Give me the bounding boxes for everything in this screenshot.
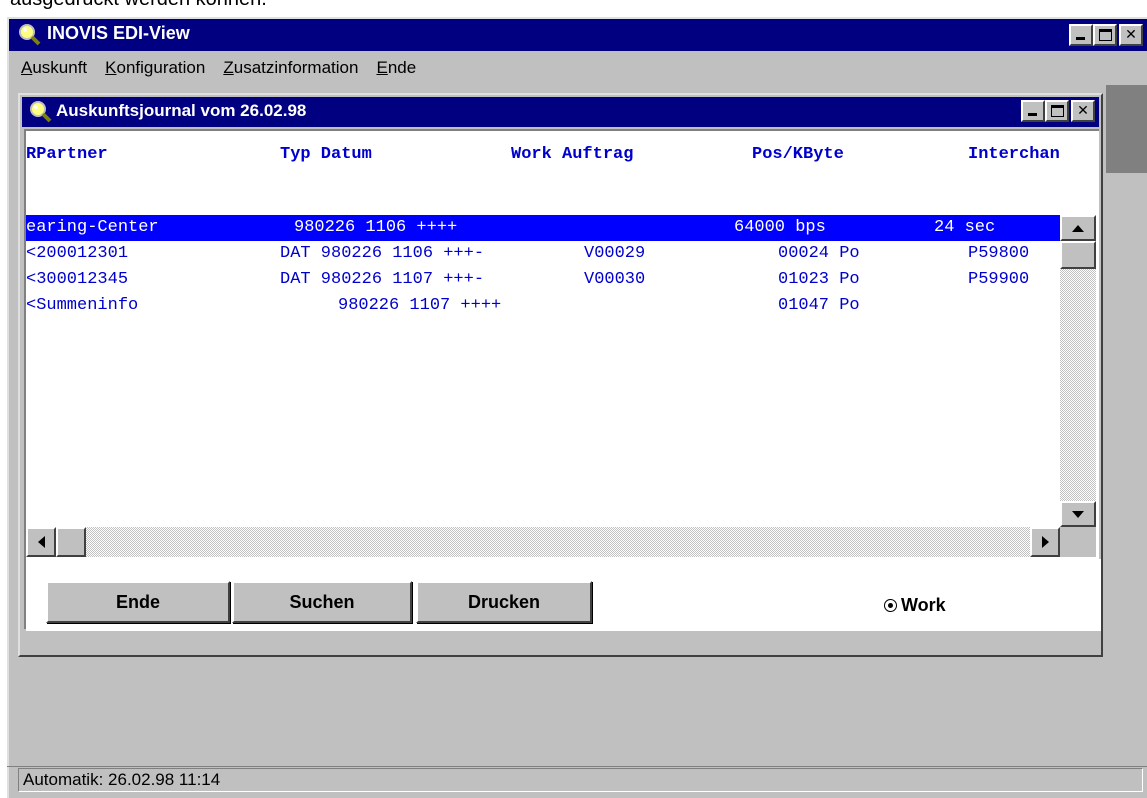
menu-auskunft[interactable]: Auskunft [21, 58, 87, 78]
app-titlebar[interactable]: INOVIS EDI-View ✕ [9, 19, 1147, 51]
header-typ-datum[interactable]: Typ Datum [280, 145, 372, 164]
cell-partner: earing-Center [26, 218, 159, 237]
cell-partner: <Summeninfo [26, 296, 139, 315]
horizontal-scrollbar[interactable] [26, 527, 1060, 557]
journal-window-controls: ✕ [1021, 100, 1095, 122]
minimize-button[interactable] [1069, 24, 1093, 46]
app-window: INOVIS EDI-View ✕ Auskunft Konfiguration… [7, 17, 1147, 798]
magnifier-icon [17, 22, 41, 46]
status-bar: Automatik: 26.02.98 11:14 [18, 768, 1143, 792]
ende-button[interactable]: Ende [46, 581, 230, 623]
work-radio[interactable]: Work [884, 595, 946, 616]
magnifier-icon [30, 101, 52, 123]
vertical-scroll-thumb[interactable] [1060, 241, 1096, 269]
work-radio-label: Work [901, 595, 946, 615]
cell-pos: 00024 Po [778, 244, 860, 263]
maximize-icon [1099, 29, 1112, 41]
arrow-right-icon [1041, 536, 1049, 548]
cell-partner: <200012301 [26, 244, 129, 263]
button-panel: Ende Suchen Drucken Work [26, 559, 1101, 631]
journal-window: Auskunftsjournal vom 26.02.98 ✕ RPartner… [18, 93, 1103, 657]
menu-zusatzinformation-accel: Z [223, 58, 234, 77]
app-scrollbar-thumb[interactable] [1106, 85, 1147, 173]
app-title: INOVIS EDI-View [47, 23, 190, 43]
app-window-controls: ✕ [1069, 24, 1143, 46]
scrollbar-corner [1060, 527, 1096, 557]
cell-auftrag: V00029 [584, 244, 646, 263]
header-partner[interactable]: RPartner [26, 145, 108, 164]
journal-close-button[interactable]: ✕ [1071, 100, 1095, 122]
menu-konfiguration-label: onfiguration [116, 58, 206, 77]
scroll-down-button[interactable] [1060, 501, 1096, 527]
cell-auftrag: V00030 [584, 270, 646, 289]
maximize-icon [1051, 105, 1064, 117]
journal-titlebar[interactable]: Auskunftsjournal vom 26.02.98 ✕ [22, 97, 1099, 127]
cell-pos: 64000 bps [734, 218, 826, 237]
menu-konfiguration-accel: K [105, 58, 117, 77]
header-work-auftrag[interactable]: Work Auftrag [511, 145, 633, 164]
cell-typ-datum: DAT 980226 1107 +++- [280, 270, 485, 289]
arrow-down-icon [1072, 510, 1084, 518]
menu-auskunft-accel: A [21, 58, 33, 77]
journal-title: Auskunftsjournal vom 26.02.98 [56, 101, 307, 120]
journal-minimize-button[interactable] [1021, 100, 1045, 122]
suchen-button[interactable]: Suchen [232, 581, 412, 623]
menu-auskunft-label: uskunft [32, 58, 88, 77]
close-icon: ✕ [1125, 27, 1137, 43]
close-icon: ✕ [1077, 103, 1089, 119]
menu-zusatzinformation[interactable]: Zusatzinformation [223, 58, 358, 78]
cell-partner: <300012345 [26, 270, 129, 289]
scroll-left-button[interactable] [26, 527, 56, 557]
horizontal-scroll-thumb[interactable] [56, 527, 86, 557]
cell-pos: 01047 Po [778, 296, 860, 315]
table-row[interactable]: <300012345 DAT 980226 1107 +++- V00030 0… [26, 267, 1060, 293]
cell-interchange: P59800 [968, 244, 1030, 263]
arrow-left-icon [37, 536, 45, 548]
table-row[interactable]: earing-Center 980226 1106 ++++ 64000 bps… [26, 215, 1060, 241]
minimize-icon [1076, 37, 1085, 40]
arrow-up-icon [1072, 224, 1084, 232]
menubar: Auskunft Konfiguration Zusatzinformation… [9, 53, 1147, 83]
table-row[interactable]: <Summeninfo 980226 1107 ++++ 01047 Po [26, 293, 1060, 319]
header-pos-kbyte[interactable]: Pos/KByte [752, 145, 844, 164]
cell-typ-datum: 980226 1107 ++++ [338, 296, 502, 315]
table-row[interactable]: <200012301 DAT 980226 1106 +++- V00029 0… [26, 241, 1060, 267]
menu-ende-label: nde [387, 58, 417, 77]
menu-ende-accel: E [376, 58, 388, 77]
minimize-icon [1028, 113, 1037, 116]
maximize-button[interactable] [1093, 24, 1117, 46]
close-button[interactable]: ✕ [1119, 24, 1143, 46]
scroll-up-button[interactable] [1060, 215, 1096, 241]
frame-divider [7, 766, 1147, 767]
menu-ende[interactable]: Ende [376, 58, 416, 78]
menu-zusatzinformation-label: usatzinformation [233, 58, 359, 77]
menu-konfiguration[interactable]: Konfiguration [105, 58, 205, 78]
cell-typ-datum: DAT 980226 1106 +++- [280, 244, 485, 263]
drucken-button[interactable]: Drucken [416, 581, 592, 623]
cell-pos: 01023 Po [778, 270, 860, 289]
scroll-right-button[interactable] [1030, 527, 1060, 557]
journal-maximize-button[interactable] [1045, 100, 1069, 122]
header-interchange[interactable]: Interchan [968, 145, 1060, 164]
journal-list: RPartner Typ Datum Work Auftrag Pos/KByt… [24, 129, 1101, 631]
vertical-scrollbar[interactable] [1060, 215, 1096, 527]
cell-typ-datum: 980226 1106 ++++ [294, 218, 458, 237]
document-text-snippet: ausgedruckt werden können. [10, 0, 267, 11]
cell-interchange: 24 sec [934, 218, 996, 237]
radio-checked-icon[interactable] [884, 599, 897, 612]
cell-interchange: P59900 [968, 270, 1030, 289]
